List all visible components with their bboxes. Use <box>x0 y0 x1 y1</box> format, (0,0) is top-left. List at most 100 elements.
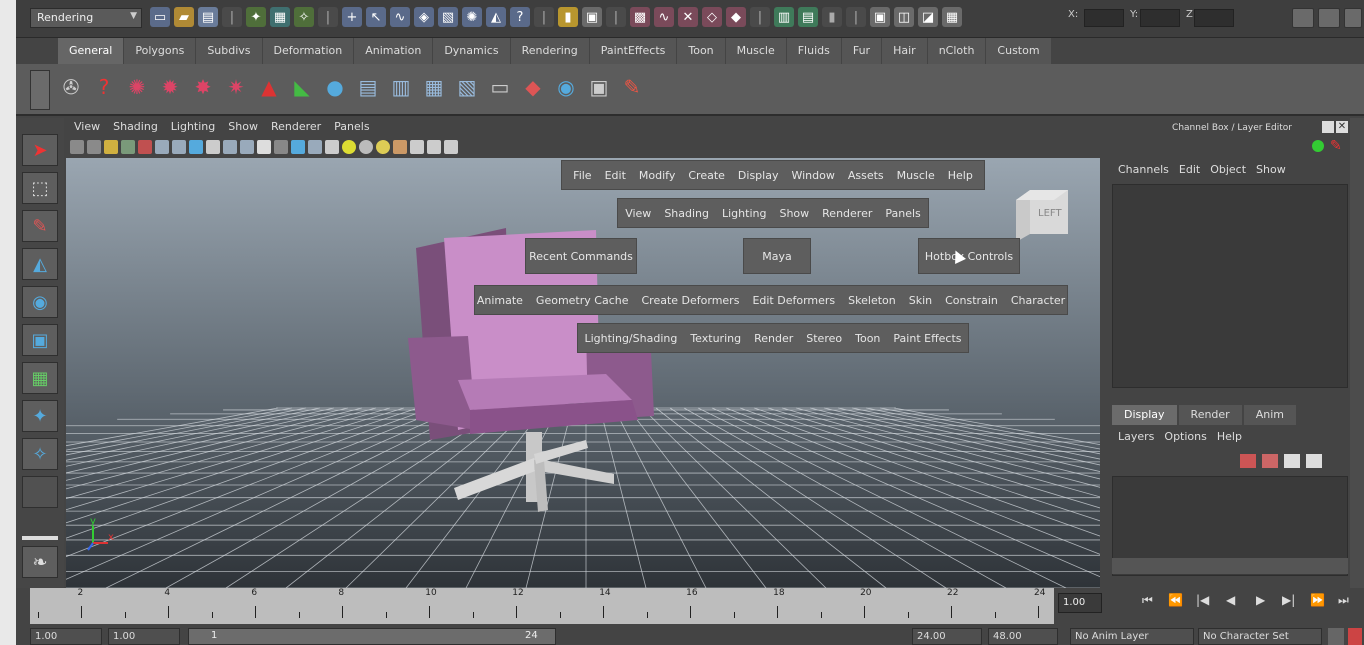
hotbox-render-item-texturing[interactable]: Texturing <box>690 332 741 345</box>
hotbox-center-maya[interactable]: Maya <box>743 238 811 274</box>
menu-set-dropdown[interactable]: Rendering ▼ <box>30 8 142 28</box>
hotbox-panel-item-view[interactable]: View <box>625 207 651 220</box>
hypershade-icon[interactable]: ✸ <box>188 70 218 104</box>
safe-title-icon[interactable] <box>257 140 271 154</box>
scale-tool-icon[interactable]: ▣ <box>22 324 58 356</box>
step-forward-key-icon[interactable]: ⏩ <box>1310 593 1325 607</box>
toggle-attribute-editor-icon[interactable] <box>1292 8 1314 28</box>
soft-modification-icon[interactable]: ✦ <box>22 400 58 432</box>
snap-point-icon[interactable]: ✕ <box>678 7 698 27</box>
film-gate-icon[interactable] <box>172 140 186 154</box>
shelf-tab-painteffects[interactable]: PaintEffects <box>589 38 677 64</box>
viewport-menu-view[interactable]: View <box>74 118 100 136</box>
character-set-dropdown[interactable]: No Character Set <box>1198 628 1322 645</box>
viewport-menu-shading[interactable]: Shading <box>113 118 158 136</box>
z-field[interactable] <box>1194 9 1234 27</box>
xray-joints-icon[interactable] <box>427 140 441 154</box>
hotbox-item-create[interactable]: Create <box>688 169 725 182</box>
select-surfaces-icon[interactable]: ◈ <box>414 7 434 27</box>
channel-box-area[interactable] <box>1112 184 1348 388</box>
playback-start-field[interactable]: 1.00 <box>108 628 180 645</box>
shelf-tab-rendering[interactable]: Rendering <box>510 38 589 64</box>
select-joints-icon[interactable]: ↖ <box>366 7 386 27</box>
quick-layout-icon[interactable]: ❧ <box>22 546 58 578</box>
use-all-lights-icon[interactable] <box>342 140 356 154</box>
hotbox-panel-item-show[interactable]: Show <box>779 207 809 220</box>
shelf-tab-deformation[interactable]: Deformation <box>262 38 354 64</box>
highlight-selection-icon[interactable]: ▣ <box>582 7 602 27</box>
hotbox-panel-item-panels[interactable]: Panels <box>885 207 920 220</box>
hotbox-render-item-lighting-shading[interactable]: Lighting/Shading <box>584 332 677 345</box>
construction-history-icon[interactable]: ▮ <box>822 7 842 27</box>
layer-tab-anim[interactable]: Anim <box>1243 405 1296 425</box>
shelf-tab-toon[interactable]: Toon <box>677 38 725 64</box>
new-scene-icon[interactable]: ▭ <box>150 7 170 27</box>
hotbox-recent-commands[interactable]: Recent Commands <box>525 238 637 274</box>
group-icon[interactable]: ◆ <box>518 70 548 104</box>
channel-box-menu-object[interactable]: Object <box>1210 163 1246 176</box>
default-light-icon[interactable] <box>376 140 390 154</box>
hotbox-render-item-stereo[interactable]: Stereo <box>806 332 842 345</box>
save-scene-icon[interactable]: ▤ <box>198 7 218 27</box>
step-forward-frame-icon[interactable]: ▶| <box>1282 593 1295 607</box>
shelf-menu-handle[interactable] <box>30 70 50 110</box>
shelf-tab-ncloth[interactable]: nCloth <box>927 38 986 64</box>
render-settings-icon[interactable]: ▦ <box>942 7 962 27</box>
hotbox-item-file[interactable]: File <box>573 169 591 182</box>
backface-culling-icon[interactable] <box>444 140 458 154</box>
go-to-end-icon[interactable]: ⏭ <box>1338 593 1349 608</box>
last-tool-slot[interactable] <box>22 476 58 508</box>
toggle-tool-settings-icon[interactable] <box>1318 8 1340 28</box>
lock-selection-icon[interactable]: ▮ <box>558 7 578 27</box>
viewport-menu-renderer[interactable]: Renderer <box>271 118 321 136</box>
layer-menu-help[interactable]: Help <box>1217 430 1242 443</box>
shelf-tab-animation[interactable]: Animation <box>354 38 433 64</box>
go-to-start-icon[interactable]: ⏮ <box>1142 593 1153 608</box>
toggle-channel-box-icon[interactable] <box>1344 8 1362 28</box>
hotbox-animate-item-character[interactable]: Character <box>1011 294 1065 307</box>
new-layer-selected-icon[interactable] <box>1262 454 1278 468</box>
ungroup-icon[interactable]: ▣ <box>584 70 614 104</box>
make-live-icon[interactable]: ◆ <box>726 7 746 27</box>
hotbox-animate-item-skin[interactable]: Skin <box>909 294 932 307</box>
output-ops-icon[interactable]: ▤ <box>798 7 818 27</box>
viewport-menu-show[interactable]: Show <box>228 118 258 136</box>
select-handles-icon[interactable]: + <box>342 7 362 27</box>
viewport-menu-panels[interactable]: Panels <box>334 118 369 136</box>
textured-icon[interactable] <box>325 140 339 154</box>
select-component-icon[interactable]: ✧ <box>294 7 314 27</box>
show-manipulator-icon[interactable]: ✧ <box>22 438 58 470</box>
select-deformations-icon[interactable]: ▧ <box>438 7 458 27</box>
hotbox-render-item-render[interactable]: Render <box>754 332 793 345</box>
bookmark-icon[interactable] <box>104 140 118 154</box>
layer-menu-layers[interactable]: Layers <box>1118 430 1154 443</box>
layer-menu-options[interactable]: Options <box>1164 430 1206 443</box>
hotbox-controls[interactable]: Hotbox Controls <box>918 238 1020 274</box>
hotbox-item-display[interactable]: Display <box>738 169 779 182</box>
paint-brush-icon[interactable]: ✎ <box>617 70 647 104</box>
layer-tab-render[interactable]: Render <box>1178 405 1242 425</box>
select-rendering-icon[interactable]: ◭ <box>486 7 506 27</box>
step-back-key-icon[interactable]: ⏪ <box>1168 593 1183 607</box>
time-slider[interactable]: 2 4 6 8 10 12 14 16 18 20 22 24 <box>30 588 1054 624</box>
image-plane-icon[interactable] <box>121 140 135 154</box>
rotate-tool-icon[interactable]: ◉ <box>22 286 58 318</box>
grid-icon[interactable] <box>155 140 169 154</box>
hotbox-animate-item-create-deformers[interactable]: Create Deformers <box>641 294 739 307</box>
script-editor-icon[interactable]: ✺ <box>122 70 152 104</box>
hypergraph-icon[interactable]: ✹ <box>155 70 185 104</box>
wireframe-on-shaded-icon[interactable] <box>308 140 322 154</box>
help-question-icon[interactable]: ? <box>89 70 119 104</box>
view-cube[interactable]: LEFT <box>1010 186 1070 246</box>
text-editor-icon[interactable]: ▭ <box>485 70 515 104</box>
hotbox-panel-item-lighting[interactable]: Lighting <box>722 207 766 220</box>
shadows-icon[interactable] <box>359 140 373 154</box>
hotbox-item-assets[interactable]: Assets <box>848 169 884 182</box>
2d-pan-zoom-icon[interactable] <box>138 140 152 154</box>
outliner-icon[interactable]: ▤ <box>353 70 383 104</box>
add-object-icon[interactable] <box>1284 454 1300 468</box>
hotbox-render-item-paint-effects[interactable]: Paint Effects <box>893 332 961 345</box>
safe-action-icon[interactable] <box>240 140 254 154</box>
isolate-select-icon[interactable] <box>393 140 407 154</box>
shelf-tab-custom[interactable]: Custom <box>986 38 1051 64</box>
